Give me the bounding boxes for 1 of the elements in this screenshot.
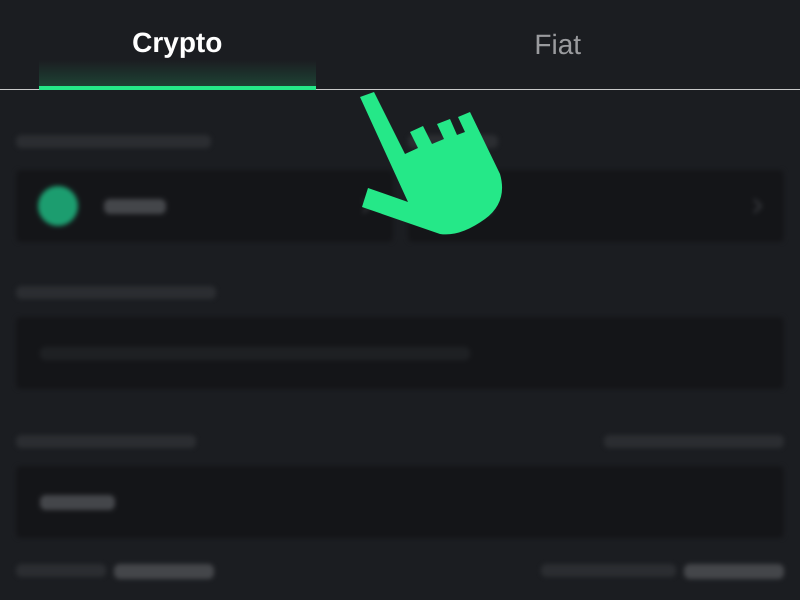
tab[interactable]: Fiat: [420, 0, 696, 89]
